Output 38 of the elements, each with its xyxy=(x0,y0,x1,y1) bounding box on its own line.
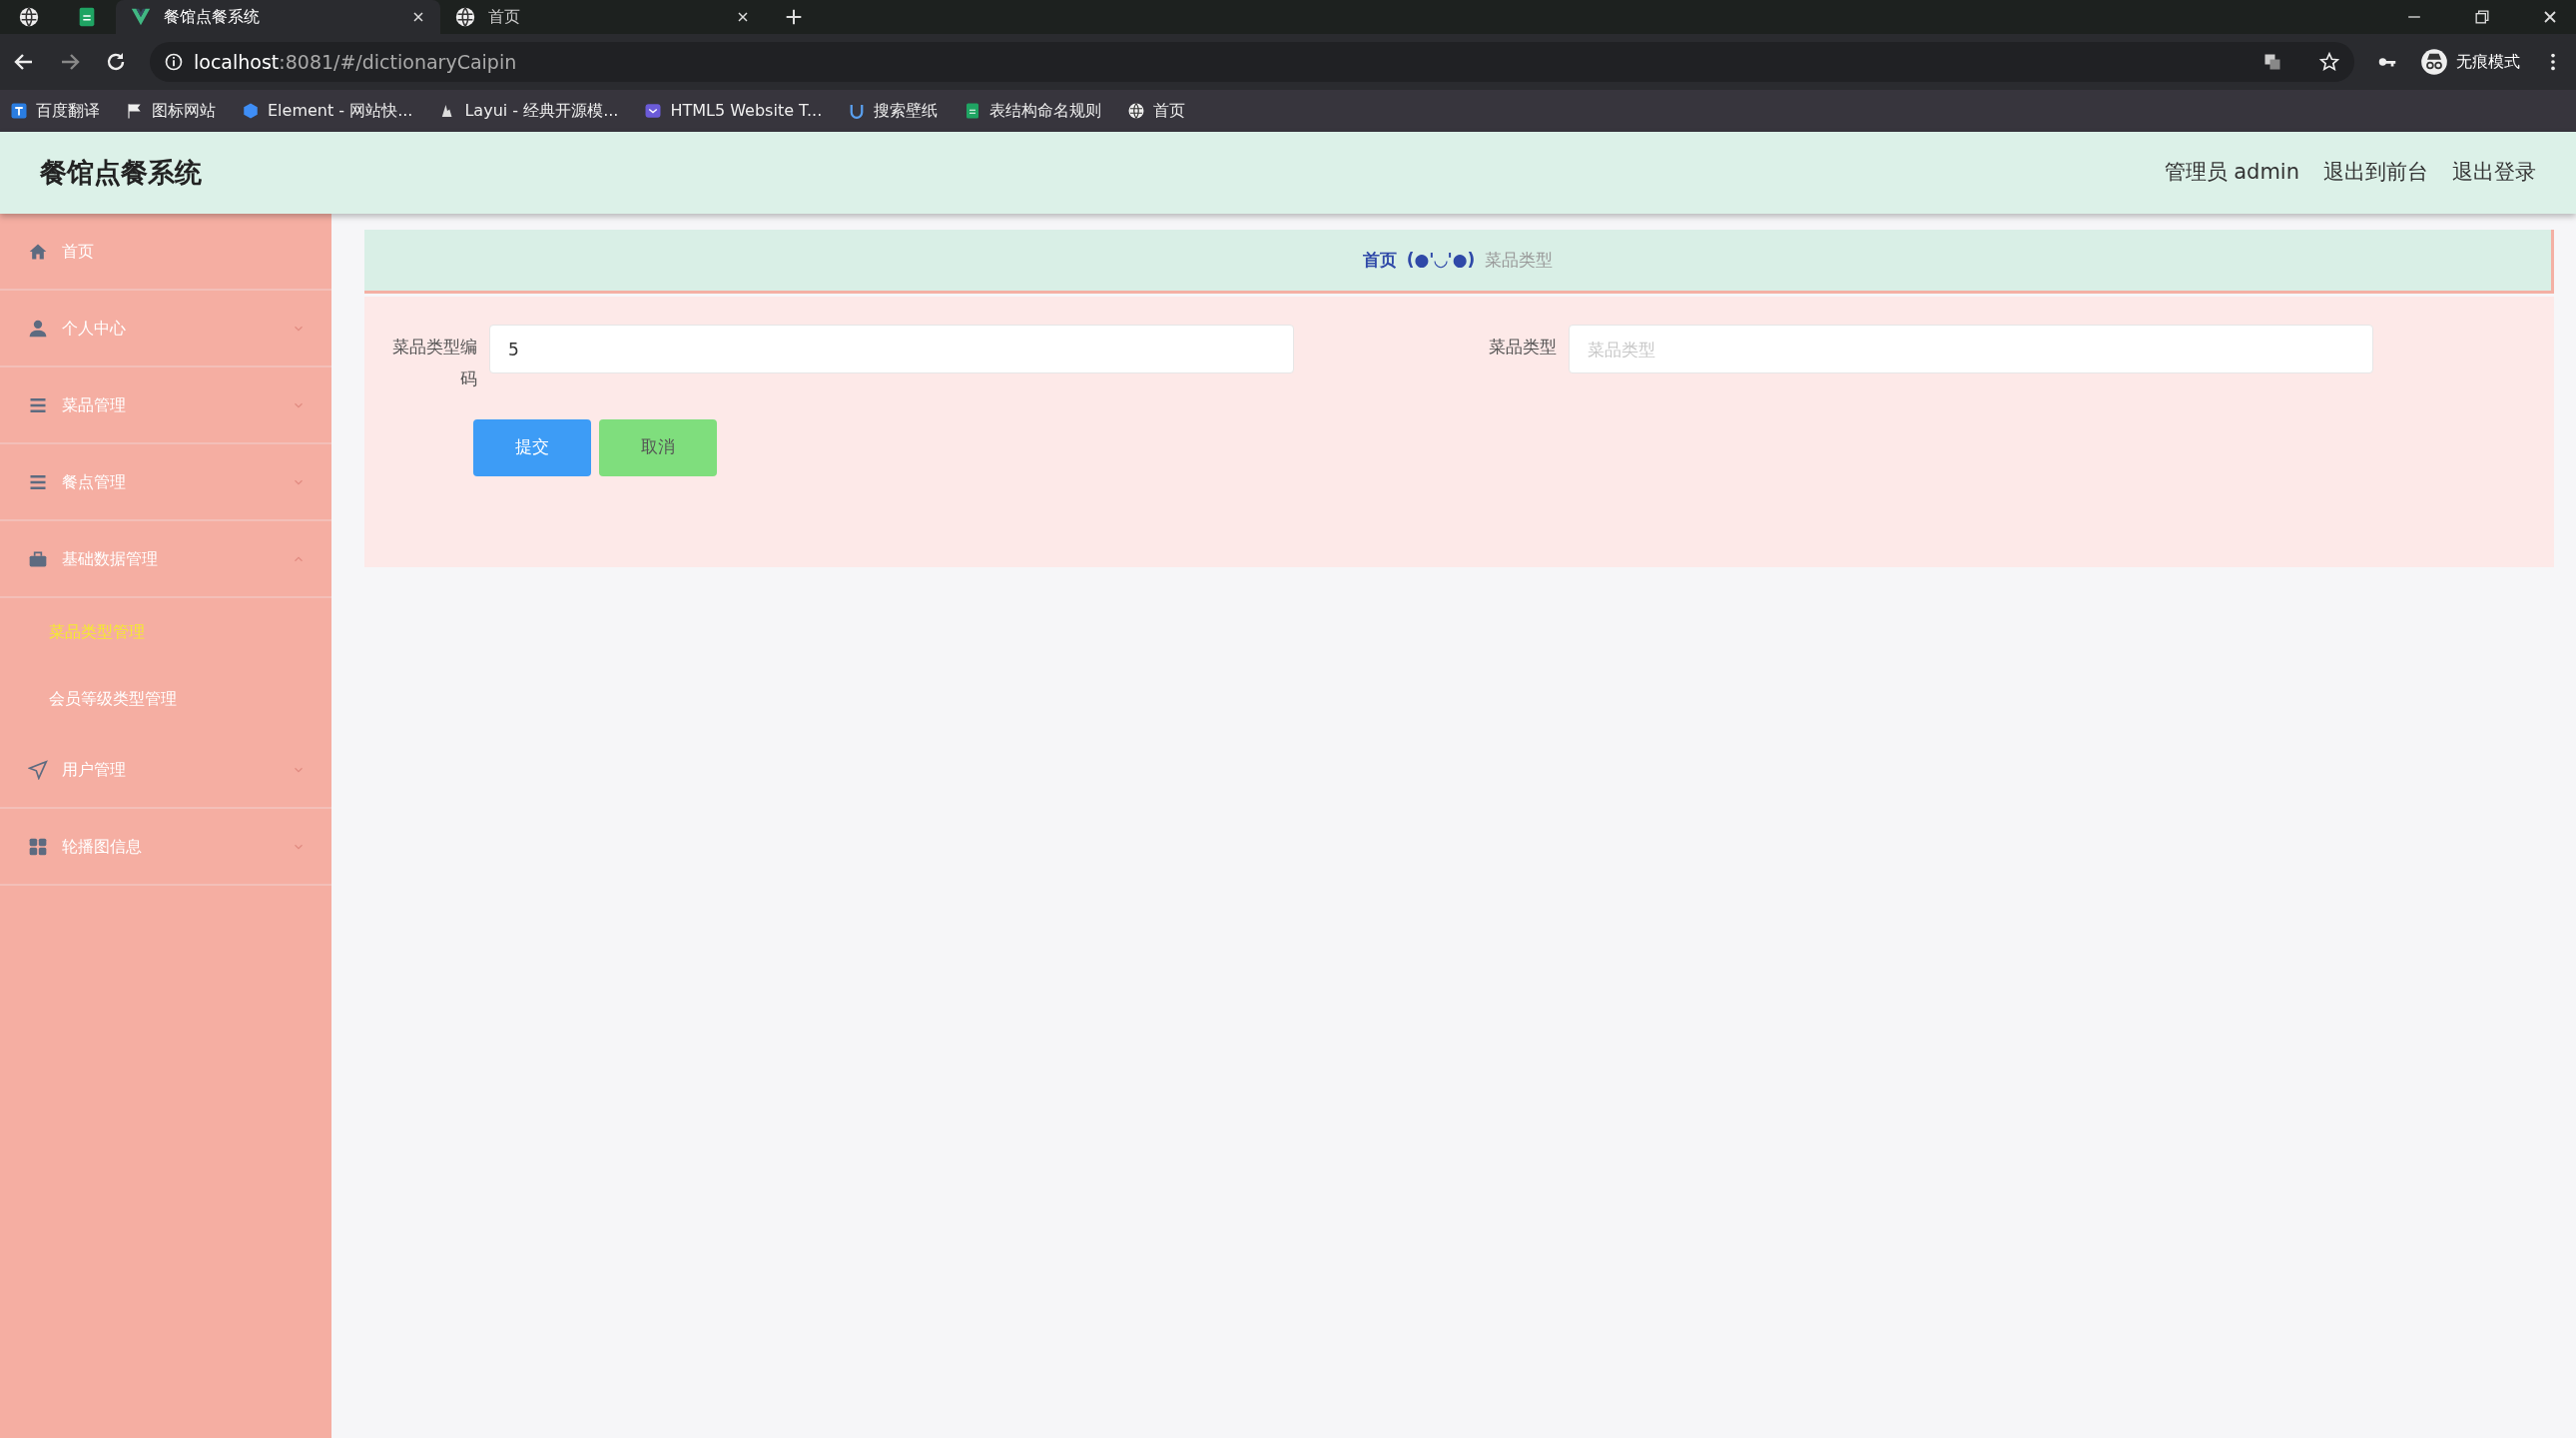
browser-tab[interactable]: 首页 xyxy=(440,0,765,34)
field-label: 菜品类型编码 xyxy=(391,336,477,391)
bookmark-icon[interactable] xyxy=(10,102,28,120)
grid-icon xyxy=(28,836,48,857)
profile-label[interactable]: 无痕模式 xyxy=(2456,50,2520,74)
translate-icon[interactable] xyxy=(2262,52,2282,72)
browser-tab[interactable]: 餐馆点餐系统 xyxy=(116,0,440,34)
incognito-icon[interactable] xyxy=(2420,48,2448,76)
bookmark[interactable]: 搜索壁纸 xyxy=(874,99,939,123)
address-bar[interactable]: localhost:8081/#/dictionaryCaipin xyxy=(150,42,2354,82)
breadcrumb-separator: (●'◡'●) xyxy=(1406,248,1476,272)
app-title: 餐馆点餐系统 xyxy=(40,155,202,190)
field-label: 菜品类型 xyxy=(1488,336,1557,359)
header-link[interactable]: 退出登录 xyxy=(2452,157,2536,189)
globe-icon[interactable] xyxy=(18,6,40,28)
send-icon xyxy=(28,759,48,780)
breadcrumb-link[interactable]: 首页 xyxy=(1362,247,1397,274)
star-icon[interactable] xyxy=(2318,51,2340,73)
bookmark[interactable]: 图标网站 xyxy=(152,99,216,123)
globe-icon[interactable] xyxy=(1127,102,1146,120)
hexagon-icon[interactable] xyxy=(242,102,260,120)
bookmark[interactable]: 百度翻译 xyxy=(36,99,100,123)
bookmark[interactable]: Layui - 经典开源模... xyxy=(464,99,619,123)
bookmark[interactable]: 表结构命名规则 xyxy=(989,99,1102,123)
breadcrumb-current: 菜品类型 xyxy=(1485,248,1554,272)
header-link[interactable]: 管理员 admin xyxy=(2164,157,2299,189)
user-icon xyxy=(28,318,48,339)
url-text: localhost:8081/#/dictionaryCaipin xyxy=(194,49,517,75)
bookmark-icon[interactable] xyxy=(644,102,663,120)
info-icon[interactable] xyxy=(164,52,184,72)
input-field[interactable]: 5 xyxy=(489,325,1294,373)
bookmark[interactable]: HTML5 Website T... xyxy=(670,99,823,123)
bookmark[interactable]: 首页 xyxy=(1153,99,1186,123)
cancel-button[interactable]: 取消 xyxy=(599,418,717,476)
header-link[interactable]: 退出到前台 xyxy=(2323,157,2428,189)
globe-icon xyxy=(454,6,476,28)
bookmark[interactable]: Element - 网站快... xyxy=(268,99,413,123)
flag-icon[interactable] xyxy=(126,102,144,120)
